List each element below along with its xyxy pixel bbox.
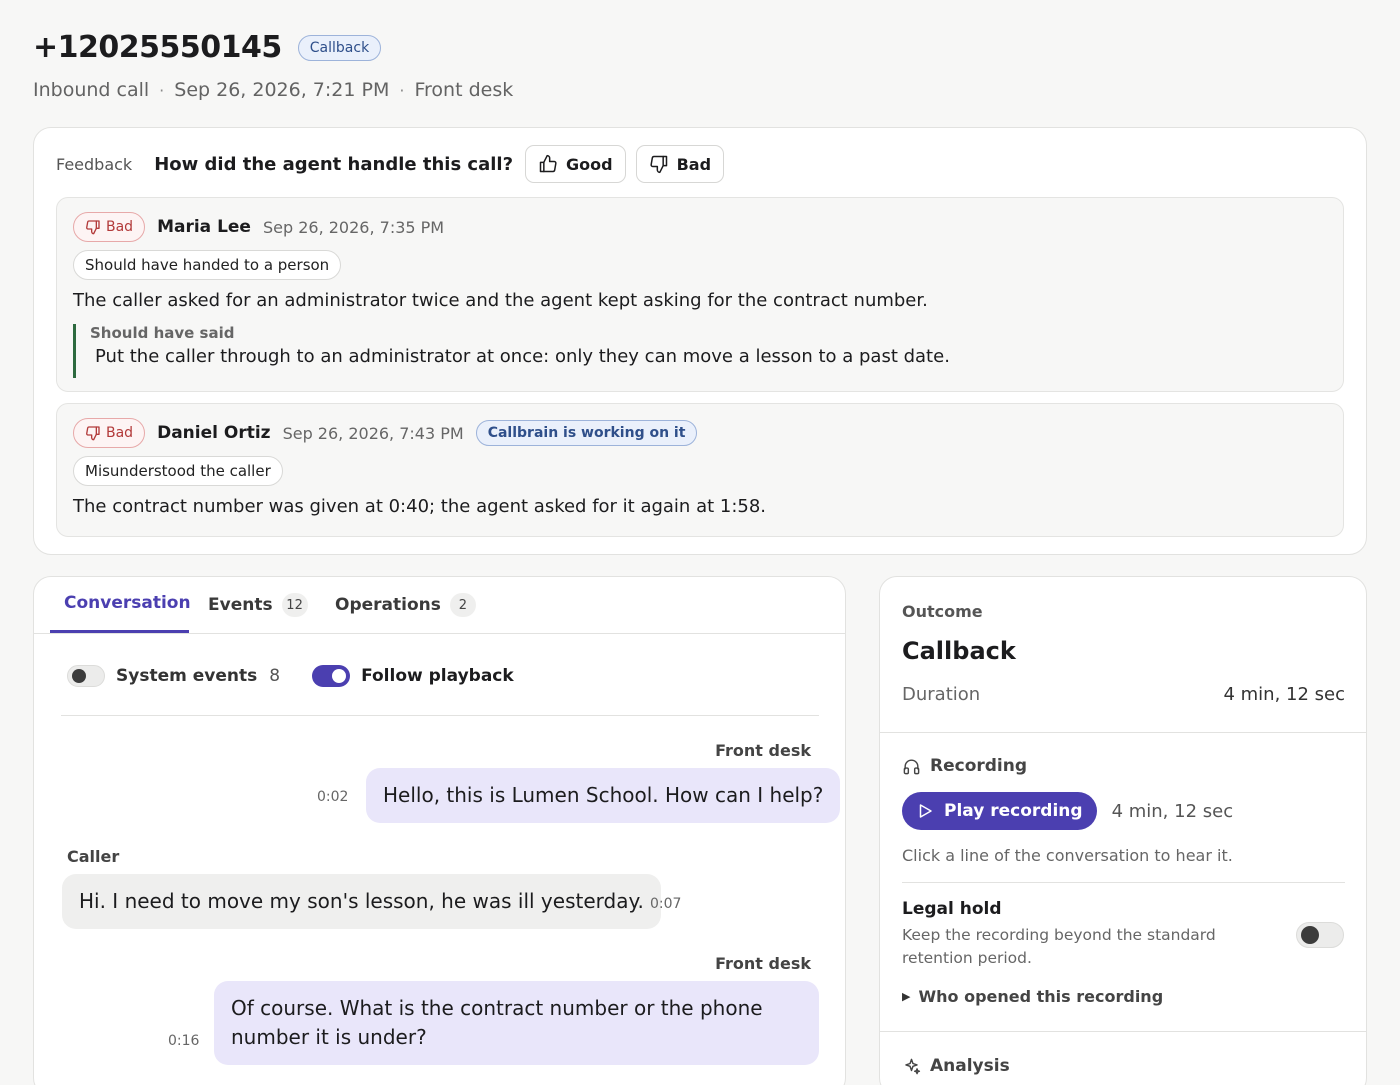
tab-events[interactable]: Events 12 <box>208 593 308 617</box>
rating-badge: Bad <box>73 212 146 242</box>
follow-playback-label: Follow playback <box>361 666 514 686</box>
play-recording-button[interactable]: Play recording <box>902 792 1097 830</box>
duration-value: 4 min, 12 sec <box>1223 684 1345 705</box>
call-line: Front desk <box>414 79 514 101</box>
caret-right-icon: ▶ <box>902 990 911 1003</box>
sparkle-icon <box>905 1058 921 1074</box>
divider <box>880 1031 1366 1032</box>
legal-hold-description: Keep the recording beyond the standard r… <box>902 926 1216 967</box>
call-direction: Inbound call <box>33 79 150 101</box>
system-events-count: 8 <box>269 666 281 686</box>
feedback-header: Feedback How did the agent handle this c… <box>56 145 725 183</box>
tab-conversation[interactable]: Conversation <box>64 593 191 613</box>
who-opened-disclosure[interactable]: ▶ Who opened this recording <box>902 987 1163 1006</box>
tab-label: Operations <box>335 595 441 615</box>
rating-label: Bad <box>106 425 134 441</box>
message-time[interactable]: 0:02 <box>317 789 348 805</box>
who-opened-label: Who opened this recording <box>918 987 1164 1006</box>
recording-duration: 4 min, 12 sec <box>1111 800 1234 822</box>
thumbs-down-icon <box>650 155 667 174</box>
message-time[interactable]: 0:16 <box>168 1033 199 1049</box>
good-button[interactable]: Good <box>525 145 626 183</box>
message-bubble[interactable]: Hi. I need to move my son's lesson, he w… <box>62 874 661 929</box>
tab-bar: Conversation Events 12 Operations 2 <box>34 577 845 634</box>
tab-label: Conversation <box>64 593 191 613</box>
should-have-said-quote: Should have said Put the caller through … <box>73 324 950 378</box>
bad-button[interactable]: Bad <box>635 145 725 183</box>
feedback-question: How did the agent handle this call? <box>154 153 514 175</box>
headphones-icon <box>903 758 920 774</box>
recording-label: Recording <box>930 756 1028 776</box>
status-badge: Callbrain is working on it <box>475 420 698 446</box>
duration-label: Duration <box>902 684 981 705</box>
bad-label: Bad <box>676 154 712 174</box>
active-tab-indicator <box>50 630 189 633</box>
thumbs-down-icon <box>86 426 100 441</box>
reason-tag: Should have handed to a person <box>73 250 342 280</box>
recording-header: Recording <box>902 756 1027 776</box>
rating-label: Bad <box>106 219 134 235</box>
call-details-panel: Outcome Callback Duration 4 min, 12 sec … <box>879 576 1367 1085</box>
call-datetime: Sep 26, 2026, 7:21 PM <box>174 79 390 101</box>
tab-operations[interactable]: Operations 2 <box>335 593 476 617</box>
message-speaker: Front desk <box>715 954 811 973</box>
divider <box>61 715 819 716</box>
should-have-said-label: Should have said <box>90 324 235 342</box>
legal-hold-title: Legal hold <box>902 899 1002 919</box>
divider <box>902 882 1345 883</box>
should-have-said-text: Put the caller through to an administrat… <box>95 346 950 367</box>
follow-playback-toggle[interactable] <box>312 665 351 687</box>
feedback-author: Daniel Ortiz <box>157 423 271 443</box>
reason-tag: Misunderstood the caller <box>73 456 283 486</box>
conversation-panel: Conversation Events 12 Operations 2 Syst… <box>33 576 846 1085</box>
good-label: Good <box>566 154 613 174</box>
call-header: +12025550145 Callback Inbound call · Sep… <box>33 30 513 101</box>
feedback-entry: Bad Daniel Ortiz Sep 26, 2026, 7:43 PM C… <box>56 403 1344 537</box>
tab-count-badge: 12 <box>281 593 308 617</box>
phone-number: +12025550145 <box>33 30 282 65</box>
divider <box>880 732 1366 733</box>
outcome-label: Outcome <box>902 602 983 621</box>
recording-hint: Click a line of the conversation to hear… <box>902 846 1233 865</box>
message-speaker: Front desk <box>715 741 811 760</box>
outcome-value: Callback <box>902 637 1016 665</box>
rating-badge: Bad <box>73 418 146 448</box>
play-icon <box>919 804 932 818</box>
message-bubble[interactable]: Hello, this is Lumen School. How can I h… <box>366 768 841 823</box>
system-events-label: System events <box>116 666 258 686</box>
tab-count-badge: 2 <box>449 593 476 617</box>
analysis-label: Analysis <box>930 1056 1010 1076</box>
duration-row: Duration 4 min, 12 sec <box>902 684 1345 705</box>
message-bubble[interactable]: Of course. What is the contract number o… <box>214 981 819 1065</box>
outcome-badge: Callback <box>297 34 382 61</box>
analysis-header[interactable]: Analysis <box>902 1056 1010 1076</box>
feedback-author: Maria Lee <box>157 217 251 237</box>
feedback-timestamp: Sep 26, 2026, 7:43 PM <box>282 423 464 443</box>
feedback-entry: Bad Maria Lee Sep 26, 2026, 7:35 PM Shou… <box>56 197 1344 392</box>
conversation-controls: System events 8 Follow playback <box>67 665 514 687</box>
separator-dot: · <box>399 80 405 100</box>
feedback-label: Feedback <box>56 154 133 174</box>
message-speaker: Caller <box>67 847 120 866</box>
feedback-comment: The caller asked for an administrator tw… <box>73 290 928 311</box>
thumbs-down-icon <box>86 220 100 235</box>
playback-row: Play recording 4 min, 12 sec <box>902 792 1233 830</box>
feedback-timestamp: Sep 26, 2026, 7:35 PM <box>262 217 445 237</box>
system-events-toggle[interactable] <box>67 665 105 687</box>
play-recording-label: Play recording <box>944 801 1083 821</box>
tab-label: Events <box>208 595 273 615</box>
message-time[interactable]: 0:07 <box>650 896 681 912</box>
call-meta: Inbound call · Sep 26, 2026, 7:21 PM · F… <box>33 79 513 101</box>
separator-dot: · <box>159 80 165 100</box>
feedback-card: Feedback How did the agent handle this c… <box>33 127 1367 555</box>
feedback-comment: The contract number was given at 0:40; t… <box>73 496 767 517</box>
legal-hold-toggle[interactable] <box>1296 922 1344 948</box>
thumbs-up-icon <box>539 154 557 173</box>
